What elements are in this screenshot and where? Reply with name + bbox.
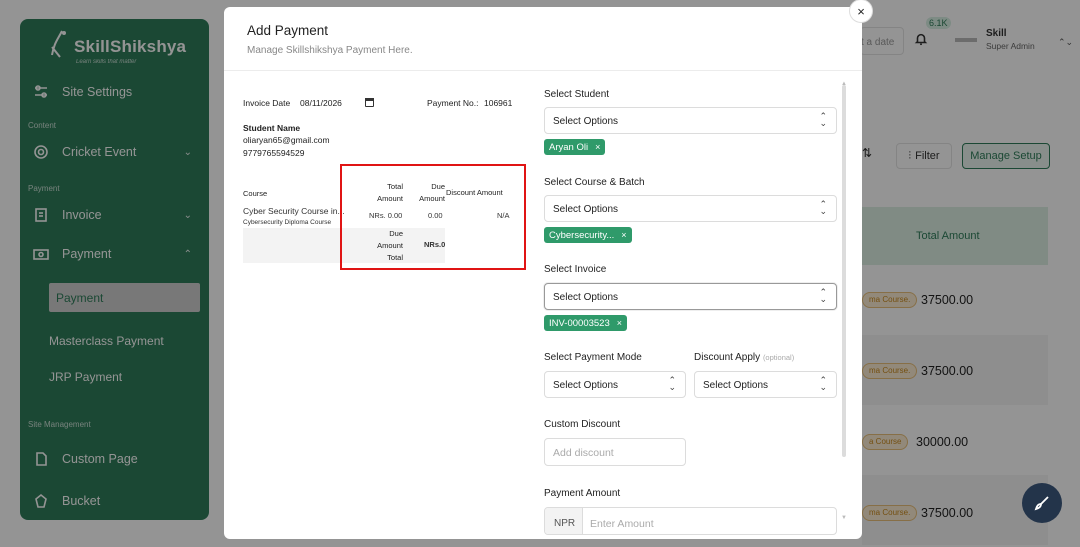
select-course-value: Select Options [553,204,619,215]
select-student-label: Select Student [544,89,610,100]
invoice-date-value[interactable]: 08/11/2026 [300,98,342,108]
payment-amount-placeholder: Enter Amount [590,518,654,530]
close-icon[interactable]: × [595,142,600,152]
course-name-cell: Cyber Security Course in... [243,206,345,216]
invoice-tag-label: INV-00003523 [549,317,610,329]
chevron-updown-icon: ⌃ ⌄ [819,287,827,304]
select-course-label: Select Course & Batch [544,177,645,188]
currency-prefix: NPR [545,508,583,534]
discount-apply-value: Select Options [703,380,769,391]
modal-title: Add Payment [247,23,329,38]
chevron-updown-icon: ⌃ ⌄ [819,199,827,216]
select-invoice-value: Select Options [553,292,619,303]
select-student-dropdown[interactable]: Select Options ⌃ ⌄ [544,107,837,134]
theme-brush-button[interactable] [1022,483,1062,523]
form-scrollbar[interactable] [842,85,846,457]
course-sub-cell: Cybersecurity Diploma Course [243,219,332,226]
close-icon[interactable]: × [617,318,622,328]
calendar-icon[interactable] [365,98,374,107]
scroll-down-arrow-icon[interactable]: ▼ [841,515,847,521]
invoice-date-label: Invoice Date [243,98,291,108]
select-course-dropdown[interactable]: Select Options ⌃ ⌄ [544,195,837,222]
discount-apply-optional: (optional) [762,353,795,362]
select-student-value: Select Options [553,116,619,127]
course-tag-label: Cybersecurity... [549,229,615,241]
course-tag[interactable]: Cybersecurity... × [544,227,632,243]
invoice-tag[interactable]: INV-00003523 × [544,315,628,331]
payment-mode-value: Select Options [553,380,619,391]
modal-subtitle: Manage Skillshikshya Payment Here. [247,45,413,56]
close-icon: × [857,3,865,19]
payment-amount-label: Payment Amount [544,488,621,499]
student-tag[interactable]: Aryan Oli × [544,139,606,155]
student-tag-label: Aryan Oli [549,141,589,153]
column-header-course: Course [243,189,268,198]
student-phone: 9779765594529 [243,148,305,158]
payment-amount-input[interactable]: NPR Enter Amount [544,507,837,535]
select-invoice-dropdown[interactable]: Select Options ⌃ ⌄ [544,283,837,310]
select-invoice-label: Select Invoice [544,264,607,275]
add-payment-modal: Add Payment Manage Skillshikshya Payment… [224,7,862,539]
discount-apply-label-text: Discount Apply [694,352,761,363]
payment-mode-dropdown[interactable]: Select Options ⌃ ⌄ [544,371,686,398]
chevron-updown-icon: ⌃ ⌄ [819,375,827,392]
student-name-label: Student Name [243,123,301,133]
close-icon[interactable]: × [621,230,626,240]
discount-apply-label: Discount Apply (optional) [694,352,794,363]
payment-mode-label: Select Payment Mode [544,352,642,363]
discount-apply-dropdown[interactable]: Select Options ⌃ ⌄ [694,371,837,398]
chevron-updown-icon: ⌃ ⌄ [819,111,827,128]
custom-discount-placeholder: Add discount [553,447,614,459]
custom-discount-label: Custom Discount [544,419,621,430]
highlight-box [340,164,526,270]
modal-divider [224,70,862,71]
custom-discount-input[interactable]: Add discount [544,438,686,466]
chevron-updown-icon: ⌃ ⌄ [668,375,676,392]
student-email: oliaryan65@gmail.com [243,135,330,145]
payment-no-value: 106961 [484,98,513,108]
brush-icon [1034,496,1049,511]
currency-prefix-label: NPR [554,518,576,529]
payment-no-label: Payment No.: [427,98,479,108]
close-modal-button[interactable]: × [850,0,872,22]
